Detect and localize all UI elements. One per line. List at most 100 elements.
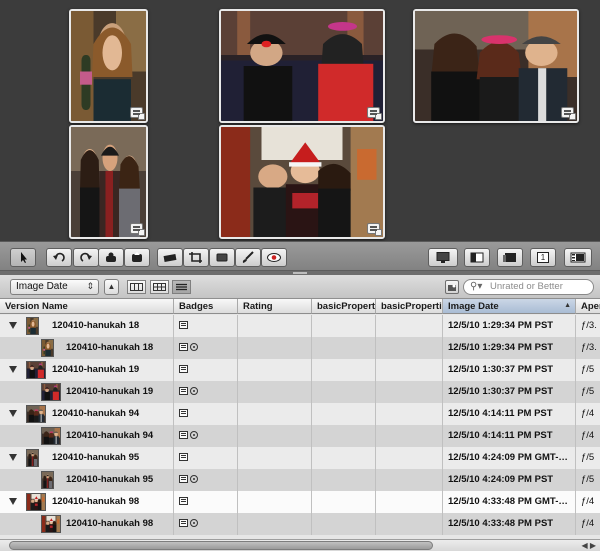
stamp-tool-button[interactable]	[98, 248, 124, 267]
column-header-version-name[interactable]: Version Name	[0, 299, 174, 314]
lift-tool-button[interactable]	[124, 248, 150, 267]
table-row[interactable]: 120410-hanukah 94 12/5/10 4:14:11 PM PST ƒ…	[0, 425, 600, 447]
version-badge-icon	[190, 475, 198, 484]
filter-placeholder: Unrated or Better	[490, 281, 563, 292]
basic-properties-cell	[312, 381, 376, 403]
table-row[interactable]: 120410-hanukah 98 12/5/10 4:33:48 PM GMT-…	[0, 491, 600, 513]
rotate-right-button[interactable]	[73, 248, 99, 267]
table-row[interactable]: 120410-hanukah 95 12/5/10 4:24:09 PM PST ƒ…	[0, 469, 600, 491]
grid-mode-icon	[153, 283, 166, 291]
disclosure-triangle-icon[interactable]	[9, 366, 17, 373]
aperture-window: 1 Image Date ⇕ ▲ ⚲▾ Unrated or Better Ve…	[0, 0, 600, 551]
basic-properties-cell	[312, 447, 376, 469]
version-name-text: 120410-hanukah 94	[52, 408, 140, 419]
splitter-grip[interactable]	[293, 272, 307, 274]
horizontal-scrollbar[interactable]: ◀ ▶	[0, 539, 600, 551]
filmstrip-button[interactable]	[564, 248, 592, 267]
badges-cell	[174, 513, 238, 535]
photo-thumbnail[interactable]	[219, 125, 385, 239]
pointer-tool-button[interactable]	[10, 248, 36, 267]
adjustments-badge-icon	[179, 453, 188, 462]
basic-properties-cell	[376, 337, 443, 359]
basic-properties-cell	[312, 491, 376, 513]
column-header-aperture[interactable]: Aper	[576, 299, 600, 314]
table-row[interactable]: 120410-hanukah 18 12/5/10 1:29:34 PM PST ƒ…	[0, 315, 600, 337]
photo-thumbnail[interactable]	[219, 9, 385, 123]
version-thumbnail	[26, 449, 39, 467]
photo-thumbnail[interactable]	[413, 9, 579, 123]
basic-properties-cell	[312, 425, 376, 447]
column-header-image-date-label: Image Date	[448, 301, 499, 312]
adjustments-badge-icon	[179, 519, 188, 528]
basic-properties-cell	[376, 381, 443, 403]
disclosure-triangle-icon[interactable]	[9, 322, 17, 329]
rotate-left-icon	[53, 252, 65, 262]
browser-button[interactable]	[497, 248, 523, 267]
crop-tool-button[interactable]	[183, 248, 209, 267]
straighten-tool-button[interactable]	[157, 248, 183, 267]
table-row[interactable]: 120410-hanukah 98 12/5/10 4:33:48 PM PST ƒ…	[0, 513, 600, 535]
scroll-arrows-icon[interactable]: ◀ ▶	[581, 540, 596, 551]
stamp-icon	[106, 252, 116, 262]
basic-properties-cell	[376, 425, 443, 447]
version-name-cell: 120410-hanukah 98	[0, 491, 174, 513]
image-date-cell: 12/5/10 4:14:11 PM PST	[443, 403, 576, 425]
badges-cell	[174, 469, 238, 491]
image-date-cell: 12/5/10 4:33:48 PM PST	[443, 513, 576, 535]
aperture-cell: ƒ/4	[576, 513, 600, 535]
version-thumbnail	[41, 427, 61, 445]
version-name-cell: 120410-hanukah 94	[0, 425, 174, 447]
basic-properties-cell	[312, 403, 376, 425]
table-row[interactable]: 120410-hanukah 95 12/5/10 4:24:09 PM GMT-…	[0, 447, 600, 469]
filter-hud-button[interactable]	[445, 280, 459, 294]
filmstrip-mode-button[interactable]	[127, 280, 146, 294]
filmstrip-mode-icon	[130, 283, 143, 291]
column-header-basic-properties-2[interactable]: basicProperti	[376, 299, 443, 314]
column-header-badges[interactable]: Badges	[174, 299, 238, 314]
version-name-text: 120410-hanukah 19	[66, 386, 154, 397]
table-row[interactable]: 120410-hanukah 19 12/5/10 1:30:37 PM PST ƒ…	[0, 359, 600, 381]
redeye-tool-button[interactable]	[261, 248, 287, 267]
scrollbar-thumb[interactable]	[9, 541, 433, 550]
list-mode-icon	[176, 283, 187, 291]
column-header-image-date[interactable]: Image Date ▲	[443, 299, 576, 314]
table-row[interactable]: 120410-hanukah 19 12/5/10 1:30:37 PM PST ƒ…	[0, 381, 600, 403]
photo-thumbnail[interactable]	[69, 125, 148, 239]
table-row[interactable]: 120410-hanukah 94 12/5/10 4:14:11 PM PST ƒ…	[0, 403, 600, 425]
basic-properties-cell	[376, 403, 443, 425]
sort-select[interactable]: Image Date ⇕	[10, 279, 99, 295]
version-list-table: Version Name Badges Rating basicProperti…	[0, 299, 600, 539]
rating-cell	[238, 337, 312, 359]
disclosure-triangle-icon[interactable]	[9, 498, 17, 505]
pointer-icon	[21, 252, 27, 263]
version-name-cell: 120410-hanukah 95	[0, 469, 174, 491]
browser-icon	[503, 253, 516, 262]
version-name-text: 120410-hanukah 98	[52, 496, 140, 507]
eye-icon	[267, 253, 281, 262]
filter-search-field[interactable]: ⚲▾ Unrated or Better	[463, 279, 594, 295]
single-view-icon: 1	[536, 252, 550, 263]
table-row[interactable]: 120410-hanukah 18 12/5/10 1:29:34 PM PST ƒ…	[0, 337, 600, 359]
rotate-left-button[interactable]	[46, 248, 72, 267]
badges-cell	[174, 381, 238, 403]
badges-cell	[174, 447, 238, 469]
version-name-text: 120410-hanukah 98	[66, 518, 154, 529]
redeye-rect-tool-button[interactable]	[209, 248, 235, 267]
sort-direction-button[interactable]: ▲	[104, 279, 119, 295]
version-name-cell: 120410-hanukah 19	[0, 359, 174, 381]
disclosure-triangle-icon[interactable]	[9, 410, 17, 417]
display-button[interactable]	[428, 248, 458, 267]
disclosure-triangle-icon[interactable]	[9, 454, 17, 461]
brush-tool-button[interactable]	[235, 248, 261, 267]
basic-properties-cell	[376, 359, 443, 381]
single-view-button[interactable]: 1	[530, 248, 556, 267]
list-mode-button[interactable]	[172, 280, 191, 294]
photo-thumbnail[interactable]	[69, 9, 148, 123]
badges-cell	[174, 337, 238, 359]
version-name-cell: 120410-hanukah 18	[0, 315, 174, 337]
inspector-button[interactable]	[464, 248, 490, 267]
photo-image	[415, 11, 577, 121]
grid-mode-button[interactable]	[150, 280, 169, 294]
column-header-rating[interactable]: Rating	[238, 299, 312, 314]
column-header-basic-properties-1[interactable]: basicProperti	[312, 299, 376, 314]
